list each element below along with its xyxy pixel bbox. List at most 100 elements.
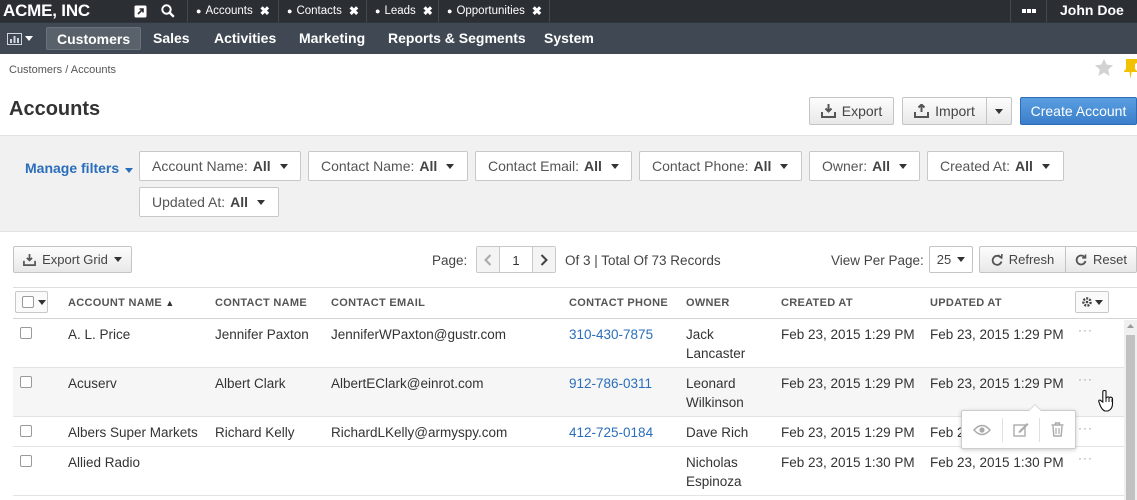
breadcrumb-parent[interactable]: Customers bbox=[9, 64, 62, 76]
tab-label: Opportunities bbox=[456, 5, 525, 17]
search-icon[interactable] bbox=[155, 0, 181, 22]
cell-updated-at: Feb 2 bbox=[930, 425, 965, 440]
cell-updated-at: Feb 23, 2015 1:29 PM bbox=[930, 327, 1064, 342]
row-actions-button[interactable]: ··· bbox=[1078, 451, 1093, 465]
nav-activities[interactable]: Activities bbox=[214, 23, 276, 54]
nav-reports-segments[interactable]: Reports & Segments bbox=[388, 23, 526, 54]
tab-leads[interactable]: ● Leads ✖ bbox=[366, 0, 438, 22]
filter-bar: Manage filters Account Name: All Contact … bbox=[0, 135, 1137, 232]
filter-value: All bbox=[753, 158, 772, 174]
breadcrumb: Customers / Accounts bbox=[9, 64, 116, 76]
chevron-down-icon bbox=[279, 163, 288, 169]
cell-created-at: Feb 23, 2015 1:29 PM bbox=[781, 327, 915, 342]
more-menu-button[interactable] bbox=[1010, 0, 1046, 22]
filter-contact-name[interactable]: Contact Name: All bbox=[308, 151, 468, 181]
per-page-value: 25 bbox=[936, 252, 952, 267]
sort-asc-icon: ▲ bbox=[165, 298, 175, 308]
chevron-down-icon bbox=[1095, 299, 1103, 305]
tab-accounts[interactable]: ● Accounts ✖ bbox=[187, 0, 278, 22]
column-contact-name[interactable]: CONTACT NAME bbox=[215, 297, 307, 309]
nav-marketing[interactable]: Marketing bbox=[299, 23, 365, 54]
close-icon[interactable]: ✖ bbox=[423, 4, 433, 18]
column-label: ACCOUNT NAME bbox=[68, 297, 163, 309]
close-icon[interactable]: ✖ bbox=[349, 4, 359, 18]
row-checkbox[interactable] bbox=[20, 327, 32, 339]
row-checkbox[interactable] bbox=[20, 376, 32, 388]
filter-account-name[interactable]: Account Name: All bbox=[139, 151, 301, 181]
edit-icon[interactable] bbox=[1013, 422, 1029, 437]
prev-page-button[interactable] bbox=[477, 247, 499, 272]
grid-scrollbar[interactable] bbox=[1124, 320, 1137, 500]
refresh-label: Refresh bbox=[1008, 252, 1055, 267]
cell-created-at: Feb 23, 2015 1:30 PM bbox=[781, 455, 915, 470]
export-grid-button[interactable]: Export Grid bbox=[13, 246, 132, 273]
create-account-button[interactable]: Create Account bbox=[1020, 97, 1137, 125]
cell-contact-phone[interactable]: 912-786-0311 bbox=[569, 374, 652, 393]
filter-value: All bbox=[1015, 158, 1033, 174]
cell-contact-phone[interactable]: 310-430-7875 bbox=[569, 325, 653, 344]
column-created-at[interactable]: CREATED AT bbox=[781, 297, 853, 309]
chevron-down-icon bbox=[610, 163, 619, 169]
export-button[interactable]: Export bbox=[809, 97, 894, 125]
row-actions-button[interactable]: ··· bbox=[1078, 323, 1093, 337]
filter-created-at[interactable]: Created At: All bbox=[927, 151, 1064, 181]
table-row[interactable]: Albers Super Markets Richard Kelly Richa… bbox=[13, 417, 1124, 447]
cell-contact-phone[interactable]: 412-725-0184 bbox=[569, 423, 653, 442]
grid-settings-button[interactable] bbox=[1075, 291, 1109, 313]
nav-sales[interactable]: Sales bbox=[153, 23, 190, 54]
delete-trash-icon[interactable] bbox=[1051, 422, 1064, 437]
table-row[interactable]: A. L. Price Jennifer Paxton JenniferWPax… bbox=[13, 319, 1124, 368]
column-updated-at[interactable]: UPDATED AT bbox=[930, 297, 1002, 309]
filter-contact-email[interactable]: Contact Email: All bbox=[475, 151, 632, 181]
chevron-down-icon bbox=[995, 108, 1003, 114]
page-number-input[interactable] bbox=[499, 247, 533, 272]
column-owner[interactable]: OWNER bbox=[686, 297, 730, 309]
view-eye-icon[interactable] bbox=[973, 424, 992, 436]
row-checkbox[interactable] bbox=[20, 455, 32, 467]
import-button[interactable]: Import bbox=[902, 97, 987, 125]
chevron-left-icon bbox=[484, 253, 492, 266]
close-icon[interactable]: ✖ bbox=[260, 4, 270, 18]
select-all-control[interactable] bbox=[15, 291, 48, 313]
filter-updated-at[interactable]: Updated At: All bbox=[139, 187, 279, 217]
gear-icon bbox=[1082, 297, 1092, 307]
row-checkbox[interactable] bbox=[20, 425, 32, 437]
refresh-button[interactable]: Refresh bbox=[979, 246, 1066, 273]
table-row[interactable]: Acuserv Albert Clark AlbertEClark@einrot… bbox=[13, 368, 1124, 417]
row-actions-button[interactable]: ··· bbox=[1078, 372, 1093, 386]
user-menu[interactable]: John Doe bbox=[1046, 0, 1137, 22]
nav-system[interactable]: System bbox=[544, 23, 594, 54]
page-title: Accounts bbox=[9, 98, 101, 120]
row-actions-button[interactable]: ··· bbox=[1078, 421, 1093, 435]
close-icon[interactable]: ✖ bbox=[532, 4, 542, 18]
table-row[interactable]: Allied Radio Nicholas Espinoza Feb 23, 20… bbox=[13, 447, 1124, 496]
tab-opportunities[interactable]: ● Opportunities ✖ bbox=[438, 0, 550, 22]
download-icon bbox=[820, 104, 836, 118]
import-dropdown-button[interactable] bbox=[986, 97, 1012, 125]
nav-customers[interactable]: Customers bbox=[46, 27, 142, 50]
cell-account-name: Allied Radio bbox=[68, 455, 141, 470]
top-bar: ACME, INC ● Accounts ✖ ● Contacts ✖ ● Leads ✖ … bbox=[0, 0, 1137, 22]
mouse-cursor-icon bbox=[1098, 390, 1114, 412]
pin-icon[interactable] bbox=[1124, 59, 1137, 79]
filter-owner[interactable]: Owner: All bbox=[809, 151, 920, 181]
next-page-button[interactable] bbox=[533, 247, 555, 272]
reset-button[interactable]: Reset bbox=[1065, 246, 1137, 273]
cell-contact-email: RichardLKelly@armyspy.com bbox=[331, 425, 508, 440]
brand-logo[interactable]: ACME, INC bbox=[3, 0, 90, 22]
pin-window-icon[interactable] bbox=[127, 0, 153, 22]
filter-label: Contact Email: bbox=[488, 158, 580, 174]
favorite-star-icon[interactable] bbox=[1094, 58, 1114, 77]
filter-contact-phone[interactable]: Contact Phone: All bbox=[639, 151, 802, 181]
column-contact-email[interactable]: CONTACT EMAIL bbox=[331, 297, 425, 309]
filter-value: All bbox=[419, 158, 438, 174]
manage-filters-button[interactable]: Manage filters bbox=[25, 160, 134, 176]
select-all-checkbox[interactable] bbox=[22, 296, 34, 308]
dashboard-menu[interactable] bbox=[0, 23, 40, 54]
per-page-select[interactable]: 25 bbox=[929, 246, 973, 273]
column-account-name[interactable]: ACCOUNT NAME ▲ bbox=[68, 297, 175, 309]
scrollbar-thumb[interactable] bbox=[1126, 335, 1135, 500]
chevron-down-icon bbox=[1041, 163, 1050, 169]
tab-contacts[interactable]: ● Contacts ✖ bbox=[278, 0, 366, 22]
column-contact-phone[interactable]: CONTACT PHONE bbox=[569, 297, 668, 309]
